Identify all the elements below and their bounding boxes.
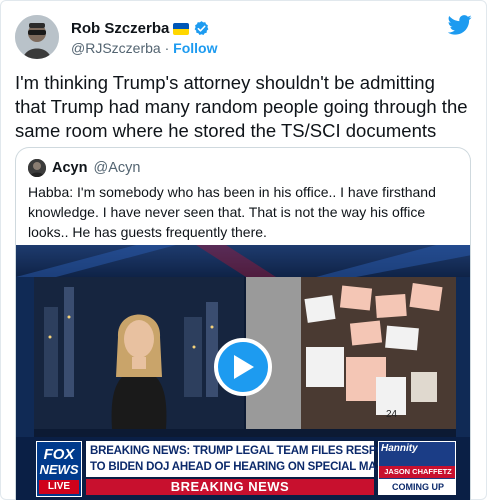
network-logo: FOX NEWS LIVE xyxy=(36,441,82,497)
tweet-header: Rob Szczerba @RJSzczerba · Follow xyxy=(15,13,472,63)
card-number: 24 xyxy=(386,409,398,420)
author-name[interactable]: Rob Szczerba xyxy=(71,20,169,37)
anchor-video-panel xyxy=(34,277,244,429)
quoted-avatar-image xyxy=(28,159,46,177)
twitter-bird-icon[interactable] xyxy=(448,15,472,35)
chyron-headline: BREAKING NEWS: TRUMP LEGAL TEAM FILES RE… xyxy=(86,441,409,477)
author-avatar[interactable] xyxy=(15,15,59,59)
promo-show-name: Hannity xyxy=(381,443,418,454)
backdrop-graphics xyxy=(16,245,470,277)
live-badge: LIVE xyxy=(39,480,79,494)
headline-line-1: BREAKING NEWS: TRUMP LEGAL TEAM FILES RE… xyxy=(90,445,409,457)
breaking-news-bar: BREAKING NEWS xyxy=(86,479,374,495)
avatar-image xyxy=(15,15,59,59)
quoted-author-avatar[interactable] xyxy=(28,159,46,177)
headline-line-2: TO BIDEN DOJ AHEAD OF HEARING ON SPECIAL… xyxy=(90,461,407,473)
play-button[interactable] xyxy=(214,338,272,396)
play-icon xyxy=(234,355,254,379)
verified-badge-icon xyxy=(194,21,209,36)
broadcast-backdrop-left xyxy=(16,277,34,437)
author-handle[interactable]: @RJSzczerba xyxy=(71,40,161,56)
documents-photo-panel: 24 xyxy=(246,277,456,429)
tweet-text: I'm thinking Trump's attorney shouldn't … xyxy=(15,72,468,141)
quoted-author-handle[interactable]: @Acyn xyxy=(93,160,140,176)
anchor-scene xyxy=(34,277,244,429)
quoted-tweet-header: Acyn @Acyn xyxy=(28,158,140,178)
network-name-top: FOX xyxy=(43,446,75,463)
quoted-tweet-text: Habba: I'm somebody who has been in his … xyxy=(28,184,436,240)
quoted-tweet[interactable]: Acyn @Acyn Habba: I'm somebody who has b… xyxy=(15,147,471,500)
documents-scene: 24 xyxy=(246,277,456,429)
network-name-bottom: NEWS xyxy=(39,462,79,477)
ukraine-flag-icon xyxy=(173,22,190,35)
quoted-author-name[interactable]: Acyn xyxy=(52,160,87,176)
broadcast-backdrop-top xyxy=(16,245,470,277)
author-info: Rob Szczerba @RJSzczerba · Follow xyxy=(71,19,217,58)
news-chyron: FOX NEWS LIVE BREAKING NEWS: TRUMP LEGAL… xyxy=(16,437,470,500)
handle-separator: · xyxy=(164,40,170,56)
promo-coming-up: COMING UP xyxy=(379,479,455,494)
video-player[interactable]: 24 FOX NEWS LIVE BREAKING NEWS: TRUMP LE… xyxy=(16,245,470,500)
tweet-card: Rob Szczerba @RJSzczerba · Follow I'm th… xyxy=(0,0,487,500)
follow-button[interactable]: Follow xyxy=(173,40,217,56)
broadcast-backdrop-right xyxy=(456,277,470,437)
promo-guest-name: JASON CHAFFETZ xyxy=(379,466,455,478)
show-promo: Hannity JASON CHAFFETZ COMING UP xyxy=(378,441,456,495)
